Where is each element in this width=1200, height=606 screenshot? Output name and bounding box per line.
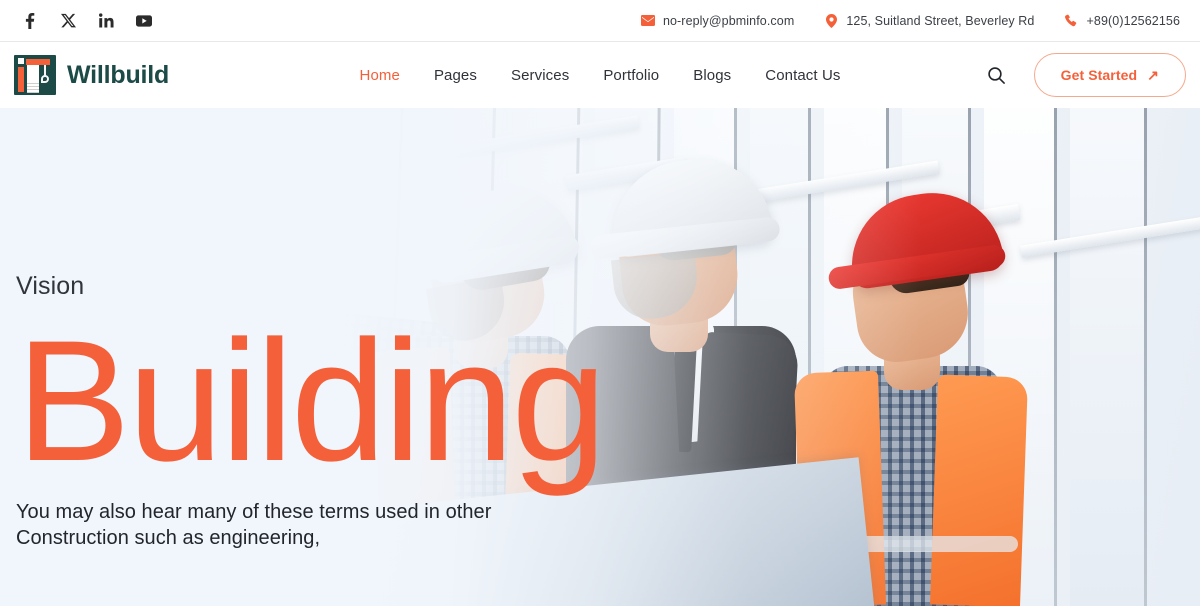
arrow-up-right-icon: ↗ [1147,67,1159,83]
nav-item-pages[interactable]: Pages [434,67,477,84]
contact-phone-text: +89(0)12562156 [1086,13,1180,28]
x-twitter-icon[interactable] [60,13,76,29]
nav-item-contact-us[interactable]: Contact Us [765,67,840,84]
contact-info: no-reply@pbminfo.com 125, Suitland Stree… [640,13,1186,28]
contact-email[interactable]: no-reply@pbminfo.com [640,13,795,28]
contact-email-text: no-reply@pbminfo.com [662,13,795,28]
get-started-label: Get Started [1060,67,1138,83]
willbuild-logo-icon [14,55,56,95]
brand-logo[interactable]: Willbuild [14,55,314,95]
brand-name: Willbuild [67,60,170,89]
top-bar: no-reply@pbminfo.com 125, Suitland Stree… [0,0,1200,42]
main-navigation: Willbuild Home Pages Services Portfolio … [0,42,1200,108]
contact-address-text: 125, Suitland Street, Beverley Rd [846,13,1035,28]
hero-photo [330,108,1200,606]
nav-links: Home Pages Services Portfolio Blogs Cont… [314,67,886,84]
location-pin-icon [824,13,838,28]
contact-address[interactable]: 125, Suitland Street, Beverley Rd [824,13,1035,28]
phone-icon [1065,14,1079,28]
youtube-icon[interactable] [136,13,152,29]
nav-actions: Get Started ↗ [886,53,1186,97]
get-started-button[interactable]: Get Started ↗ [1033,53,1186,97]
hero-section: Vision Building You may also hear many o… [0,108,1200,606]
contact-phone[interactable]: +89(0)12562156 [1065,14,1181,28]
linkedin-icon[interactable] [98,13,114,29]
social-links [14,12,152,29]
nav-item-services[interactable]: Services [511,67,569,84]
search-icon[interactable] [984,62,1010,88]
nav-item-portfolio[interactable]: Portfolio [603,67,659,84]
nav-item-blogs[interactable]: Blogs [693,67,731,84]
facebook-icon[interactable] [22,12,38,29]
envelope-icon [640,14,655,28]
nav-item-home[interactable]: Home [360,67,400,84]
